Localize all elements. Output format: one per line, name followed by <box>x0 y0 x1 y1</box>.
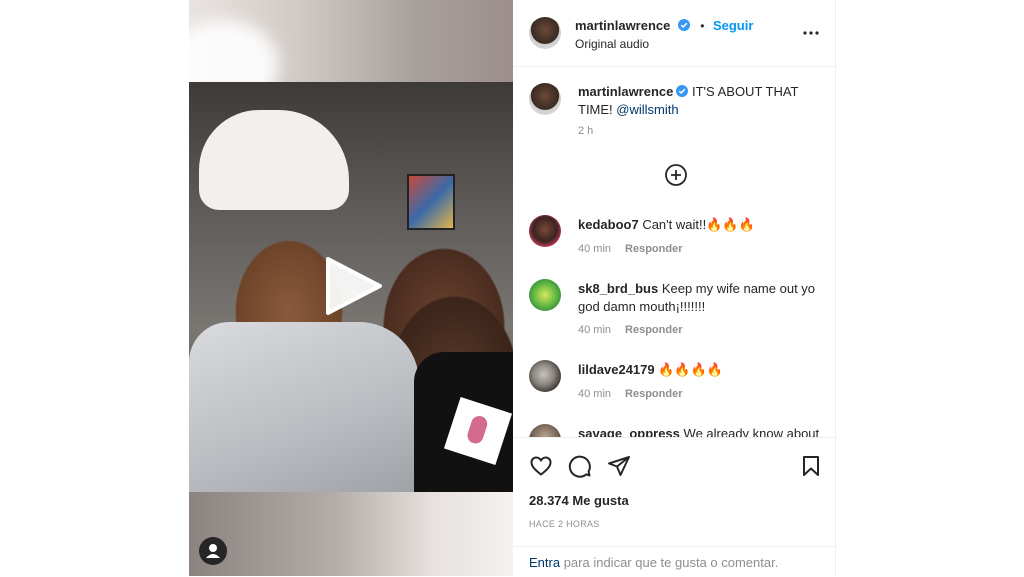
verified-badge-icon <box>677 19 690 31</box>
header-separator: • <box>700 19 705 33</box>
reply-button[interactable]: Responder <box>625 243 682 255</box>
verified-badge-icon <box>676 85 689 97</box>
login-prompt: Entra para indicar que te gusta o coment… <box>513 546 835 577</box>
comment: kedaboo7 Can't wait!!🔥🔥🔥 <box>578 216 828 234</box>
comment-icon[interactable] <box>568 454 592 478</box>
author-line: martinlawrence • Seguir <box>575 17 753 35</box>
caption-avatar[interactable] <box>529 83 561 115</box>
photo-wall-art <box>407 174 455 230</box>
comment-avatar[interactable] <box>529 279 561 311</box>
comment: savage_oppress We already know about <box>578 425 828 437</box>
comment-username[interactable]: kedaboo7 <box>578 217 639 232</box>
comment-time: 40 min <box>578 243 612 255</box>
comment-text: Can't wait!!🔥🔥🔥 <box>642 217 755 232</box>
login-prompt-text: para indicar que te gusta o comentar. <box>563 555 779 570</box>
post-actions: 28.374 Me gusta HACE 2 HORAS <box>513 437 835 546</box>
comment-time: 40 min <box>578 324 612 336</box>
comment-avatar[interactable] <box>529 360 561 392</box>
author-username[interactable]: martinlawrence <box>575 18 670 33</box>
caption-username[interactable]: martinlawrence <box>578 84 673 99</box>
caption-mention[interactable]: @willsmith <box>616 102 678 117</box>
post-timestamp[interactable]: HACE 2 HORAS <box>529 519 600 529</box>
comment-username[interactable]: lildave24179 <box>578 362 655 377</box>
comment-meta: 40 min Responder <box>578 243 683 255</box>
comments-list[interactable]: martinlawrence IT'S ABOUT THAT TIME! @wi… <box>513 67 835 437</box>
author-avatar[interactable] <box>529 17 561 49</box>
audio-label[interactable]: Original audio <box>575 37 649 51</box>
paper-plane-icon[interactable] <box>607 454 631 478</box>
add-circle-icon[interactable] <box>664 163 688 187</box>
media-bottom-blur <box>189 492 513 576</box>
login-prompt-line: Entra para indicar que te gusta o coment… <box>529 555 778 570</box>
login-link[interactable]: Entra <box>529 555 560 570</box>
caption: martinlawrence IT'S ABOUT THAT TIME! @wi… <box>578 83 828 119</box>
reply-button[interactable]: Responder <box>625 324 682 336</box>
comment: lildave24179 🔥🔥🔥🔥 <box>578 361 828 379</box>
heart-icon[interactable] <box>529 454 553 478</box>
reply-button[interactable]: Responder <box>625 388 682 400</box>
comment: sk8_brd_bus Keep my wife name out yo god… <box>578 280 828 316</box>
comment-username[interactable]: sk8_brd_bus <box>578 281 658 296</box>
photo-cap-shape <box>199 110 349 210</box>
bookmark-icon[interactable] <box>799 454 823 478</box>
more-options-icon[interactable] <box>802 24 820 42</box>
caption-time: 2 h <box>578 125 594 137</box>
comment-avatar[interactable] <box>529 215 561 247</box>
user-tag-icon[interactable] <box>199 537 227 565</box>
comment-time: 40 min <box>578 388 612 400</box>
post-side-panel: martinlawrence • Seguir Original audio m… <box>513 0 836 576</box>
photo-shirt-left <box>189 322 419 492</box>
like-count[interactable]: 28.374 Me gusta <box>529 493 629 508</box>
media-top-blur <box>189 0 513 82</box>
post-header: martinlawrence • Seguir Original audio <box>513 0 835 67</box>
comment-username[interactable]: savage_oppress <box>578 426 680 437</box>
comment-meta: 40 min Responder <box>578 388 683 400</box>
comment-text: We already know about <box>683 426 820 437</box>
comment-meta: 40 min Responder <box>578 324 683 336</box>
comment-text: 🔥🔥🔥🔥 <box>658 362 723 377</box>
comment-avatar[interactable] <box>529 424 561 437</box>
follow-button[interactable]: Seguir <box>713 18 753 33</box>
play-icon[interactable] <box>322 255 384 317</box>
